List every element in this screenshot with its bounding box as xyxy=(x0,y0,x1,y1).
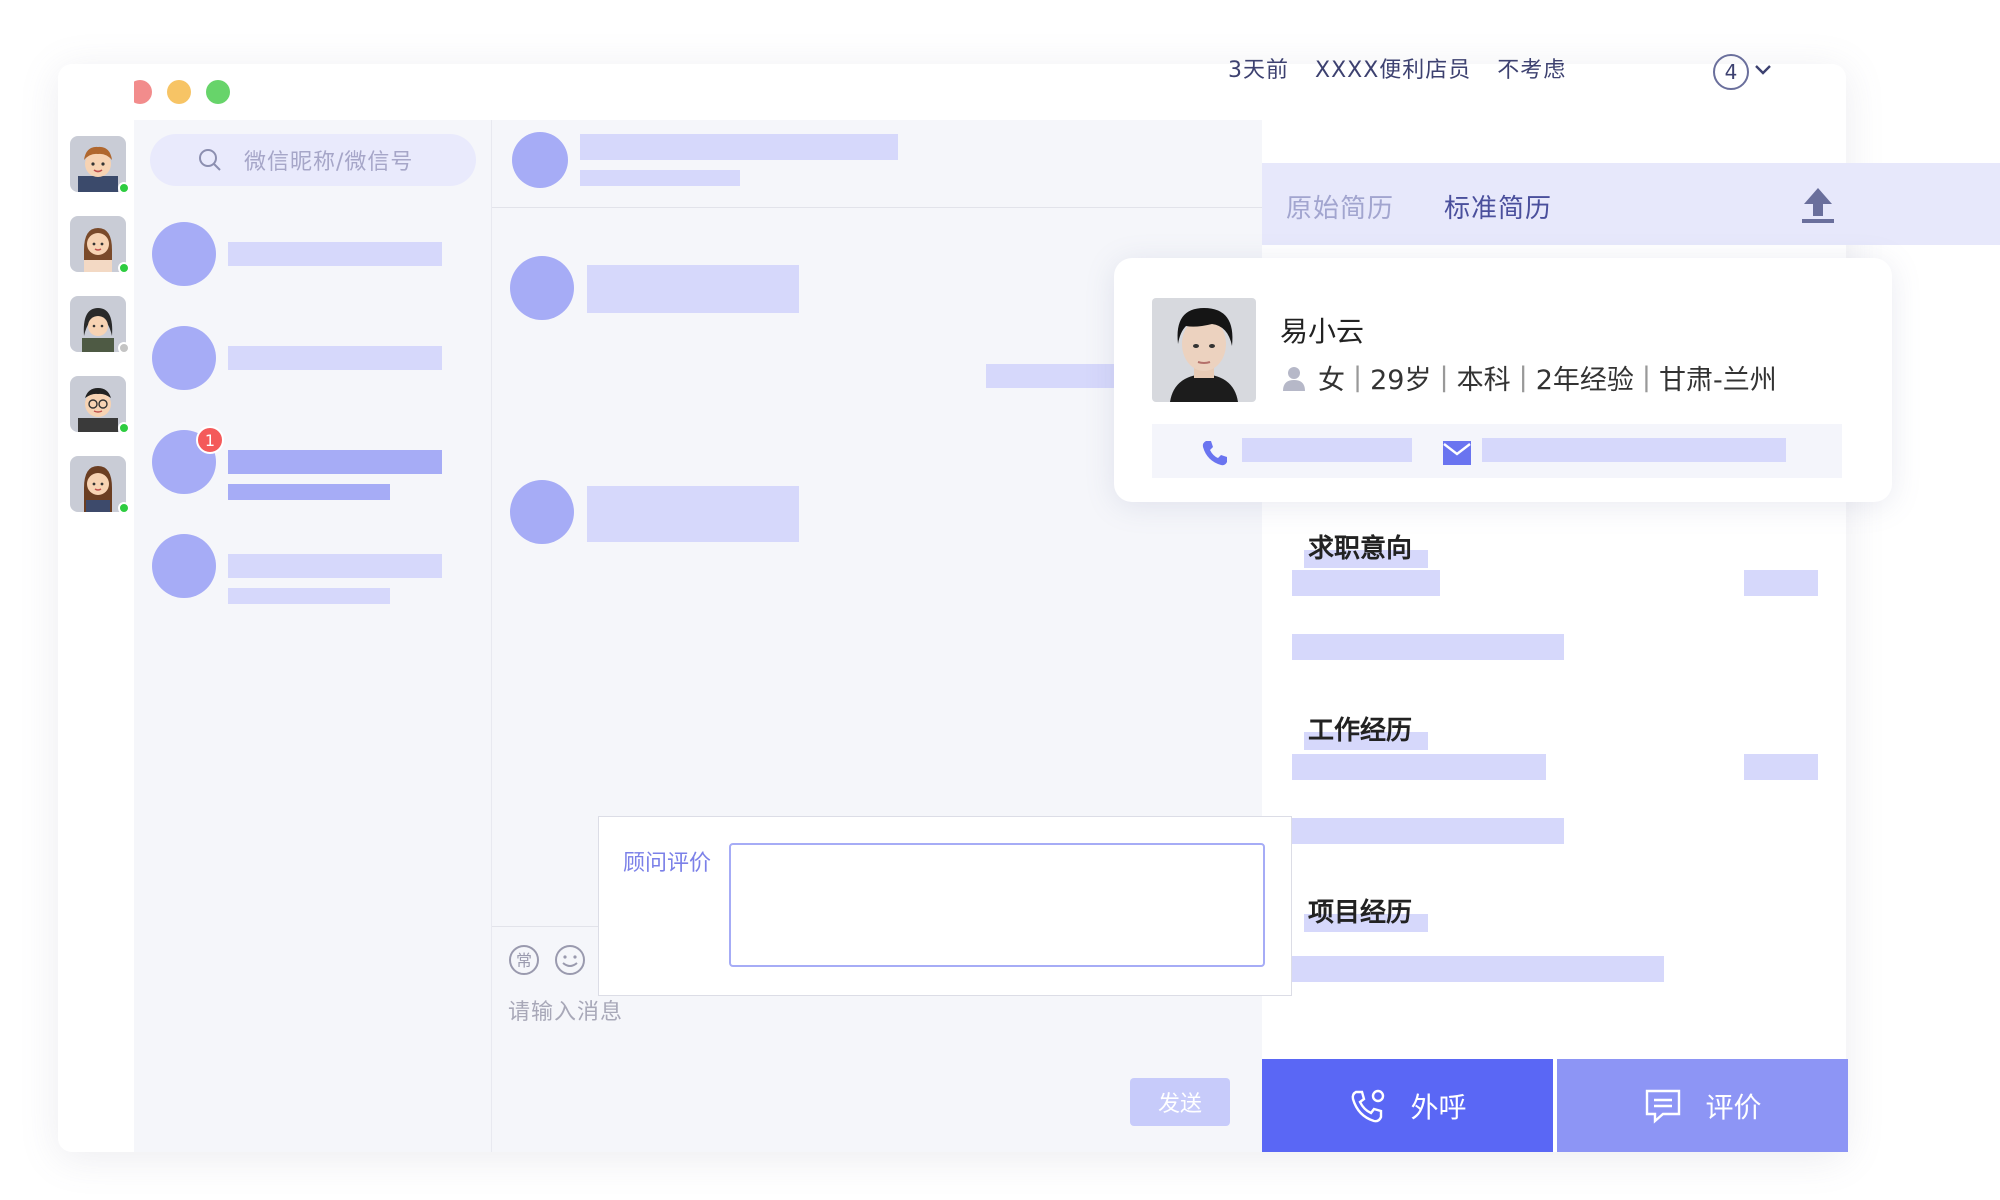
chat-contact-sub-placeholder xyxy=(580,170,740,186)
account-avatar-1[interactable] xyxy=(70,136,130,194)
section-title-job-intent: 求职意向 xyxy=(1308,534,1413,564)
avatar-woman-icon xyxy=(70,216,126,272)
advisor-evaluation-box: 顾问评价 xyxy=(598,816,1292,996)
conversation-item[interactable] xyxy=(152,534,472,604)
quick-reply-icon[interactable]: 常 xyxy=(508,944,540,976)
email-placeholder xyxy=(1482,438,1786,462)
message-input-placeholder: 请输入消息 xyxy=(508,1000,624,1025)
svg-text:常: 常 xyxy=(516,951,532,970)
candidate-age: 29岁 xyxy=(1370,365,1432,396)
conversation-preview-placeholder xyxy=(228,484,390,500)
candidate-contact-row xyxy=(1152,424,1842,478)
meta-status[interactable]: 不考虑 xyxy=(1497,58,1566,83)
maximize-window-button[interactable] xyxy=(206,80,230,104)
conversation-title-placeholder xyxy=(228,242,442,266)
evaluate-label: 评价 xyxy=(1705,1091,1762,1123)
candidate-education: 本科 xyxy=(1456,365,1511,396)
account-avatar-2[interactable] xyxy=(70,216,130,274)
job-intent-field-placeholder xyxy=(1292,570,1440,596)
candidate-photo xyxy=(1152,298,1256,402)
send-button[interactable]: 发送 xyxy=(1130,1078,1230,1126)
conversation-item-selected[interactable]: 1 xyxy=(152,426,472,500)
work-experience-line-placeholder xyxy=(1292,818,1564,844)
chat-header xyxy=(492,120,1262,208)
candidate-avatar-icon xyxy=(1152,298,1256,402)
chevron-down-icon[interactable] xyxy=(1754,64,1772,76)
comment-icon xyxy=(1646,1089,1681,1124)
work-experience-field-placeholder xyxy=(1292,754,1546,780)
online-status-dot xyxy=(118,262,130,274)
conversation-title-placeholder xyxy=(228,346,442,370)
search-placeholder: 微信昵称/微信号 xyxy=(244,150,414,175)
account-avatar-3[interactable] xyxy=(70,296,130,354)
evaluation-textarea[interactable] xyxy=(729,843,1265,967)
offline-status-dot xyxy=(118,342,130,354)
message-avatar xyxy=(510,480,574,544)
conversation-title-placeholder xyxy=(228,450,442,474)
conversation-avatar xyxy=(152,326,216,390)
job-intent-value-placeholder xyxy=(1744,570,1818,596)
chat-top-strip xyxy=(492,64,1262,120)
message-bubble-placeholder xyxy=(587,486,799,542)
chat-contact-avatar xyxy=(512,132,568,188)
account-avatar-4[interactable] xyxy=(70,376,130,434)
search-icon xyxy=(199,149,221,171)
evaluate-button[interactable]: 评价 xyxy=(1557,1059,1848,1152)
avatar-man-icon xyxy=(70,136,126,192)
candidate-basic-info: 女 | 29岁 | 本科 | 2年经验 | 甘肃-兰州 xyxy=(1280,358,1777,397)
chat-contact-name-placeholder xyxy=(580,134,898,160)
conversation-preview-placeholder xyxy=(228,588,390,604)
candidate-profile-card: 易小云 女 | 29岁 | 本科 | 2年经验 | 甘肃-兰州 xyxy=(1114,258,1892,502)
unread-badge: 1 xyxy=(196,426,224,454)
avatar-woman-icon xyxy=(70,456,126,512)
conversation-title-placeholder xyxy=(228,554,442,578)
section-title-work-experience: 工作经历 xyxy=(1308,716,1413,746)
conversation-avatar xyxy=(152,222,216,286)
work-experience-date-placeholder xyxy=(1744,754,1818,780)
emoji-icon[interactable] xyxy=(554,944,586,976)
upload-icon[interactable] xyxy=(1800,186,1836,224)
mail-icon[interactable] xyxy=(1442,440,1472,466)
online-status-dot xyxy=(118,422,130,434)
avatar-woman-icon xyxy=(70,296,126,352)
search-input[interactable]: 微信昵称/微信号 xyxy=(150,134,476,186)
tab-standard-resume[interactable]: 标准简历 xyxy=(1444,188,1552,225)
outbound-call-button[interactable]: 外呼 xyxy=(1262,1059,1553,1152)
account-avatar-5[interactable] xyxy=(70,456,130,514)
message-bubble-placeholder xyxy=(587,265,799,313)
phone-number-placeholder xyxy=(1242,438,1412,462)
candidate-name: 易小云 xyxy=(1280,315,1365,348)
candidate-experience: 2年经验 xyxy=(1535,365,1634,396)
section-title-project-experience: 项目经历 xyxy=(1308,898,1413,928)
online-status-dot xyxy=(118,502,130,514)
candidate-meta: 3天前 XXXX便利店员 不考虑 xyxy=(1228,52,1592,84)
online-status-dot xyxy=(118,182,130,194)
evaluation-label: 顾问评价 xyxy=(623,851,712,876)
message-avatar xyxy=(510,256,574,320)
phone-icon[interactable] xyxy=(1200,438,1230,468)
conversation-item[interactable] xyxy=(152,222,472,292)
meta-position: XXXX便利店员 xyxy=(1315,58,1472,83)
person-icon xyxy=(1283,366,1305,391)
tab-original-resume[interactable]: 原始简历 xyxy=(1286,188,1394,225)
candidate-location: 甘肃-兰州 xyxy=(1658,365,1777,396)
candidate-gender: 女 xyxy=(1318,365,1345,396)
meta-time: 3天前 xyxy=(1228,58,1289,83)
account-rail xyxy=(58,64,134,1152)
avatar-man-glasses-icon xyxy=(70,376,126,432)
job-intent-line-placeholder xyxy=(1292,634,1564,660)
candidate-count-badge[interactable]: 4 xyxy=(1713,54,1749,90)
conversation-avatar xyxy=(152,534,216,598)
phone-call-icon xyxy=(1352,1089,1385,1122)
outbound-call-label: 外呼 xyxy=(1410,1091,1467,1123)
project-experience-line-placeholder xyxy=(1292,956,1664,982)
minimize-window-button[interactable] xyxy=(167,80,191,104)
conversation-item[interactable] xyxy=(152,326,472,396)
